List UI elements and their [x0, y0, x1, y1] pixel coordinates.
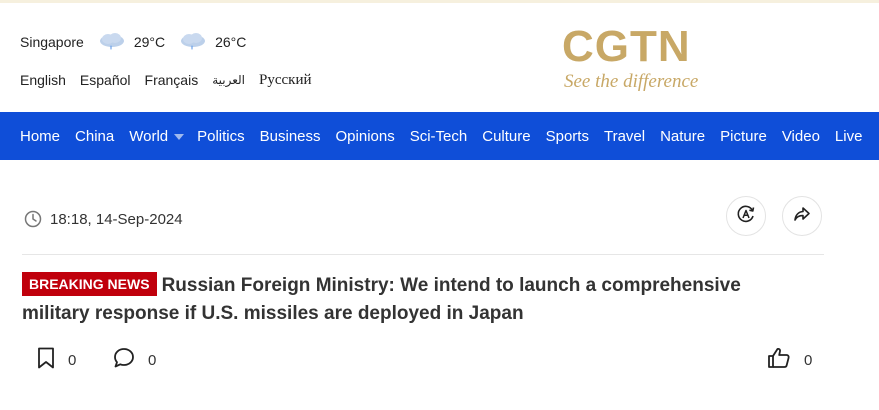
- bookmark-icon: [36, 346, 68, 374]
- bookmark-button[interactable]: 0: [36, 346, 76, 374]
- lang-english[interactable]: English: [20, 72, 66, 89]
- nav-opinions[interactable]: Opinions: [336, 128, 395, 145]
- lang-arabic[interactable]: العربية: [212, 73, 245, 89]
- breaking-news-badge: BREAKING NEWS: [22, 272, 157, 296]
- like-button[interactable]: 0: [766, 346, 812, 374]
- comment-count: 0: [148, 351, 157, 369]
- nav-live[interactable]: Live: [835, 128, 863, 145]
- like-count: 0: [804, 351, 813, 369]
- share-button[interactable]: [782, 196, 822, 236]
- nav-travel[interactable]: Travel: [604, 128, 645, 145]
- nav-business[interactable]: Business: [260, 128, 321, 145]
- bookmark-count: 0: [68, 351, 77, 369]
- nav-video[interactable]: Video: [782, 128, 820, 145]
- weather-temp-today: 29°C: [133, 34, 166, 50]
- cgtn-logo[interactable]: CGTN See the difference: [562, 25, 702, 97]
- weather-temp-tomorrow: 26°C: [215, 34, 247, 50]
- chevron-down-icon: [174, 134, 185, 140]
- clock-icon: [24, 210, 42, 228]
- nav-world[interactable]: World: [129, 127, 185, 145]
- language-switcher: English Español Français العربية Русский: [20, 72, 326, 89]
- rain-cloud-icon: [179, 31, 207, 53]
- page: Singapore 29°C 26°C English Español Fran…: [0, 0, 879, 410]
- translate-button[interactable]: [726, 196, 766, 236]
- article-meta: 18:18, 14-Sep-2024: [22, 196, 824, 255]
- nav-culture[interactable]: Culture: [482, 128, 530, 145]
- lang-espanol[interactable]: Español: [80, 72, 131, 89]
- weather-widget: Singapore 29°C 26°C: [20, 31, 260, 53]
- logo-tagline: See the difference: [564, 71, 699, 92]
- lang-russian[interactable]: Русский: [259, 72, 312, 89]
- weather-city: Singapore: [20, 34, 84, 50]
- comment-icon: [112, 346, 148, 374]
- translate-icon: [736, 204, 756, 229]
- nav-picture[interactable]: Picture: [720, 128, 767, 145]
- nav-china[interactable]: China: [75, 128, 114, 145]
- nav-sports[interactable]: Sports: [546, 128, 589, 145]
- nav-sci-tech[interactable]: Sci-Tech: [410, 128, 468, 145]
- nav-politics[interactable]: Politics: [197, 128, 245, 145]
- logo-wordmark: CGTN: [562, 22, 691, 71]
- nav-home[interactable]: Home: [20, 128, 60, 145]
- article-actions: 0 0 0: [0, 346, 879, 378]
- main-navigation: Home China World Politics Business Opini…: [0, 112, 879, 160]
- comment-button[interactable]: 0: [112, 346, 156, 374]
- rain-cloud-icon: [98, 31, 126, 53]
- article-headline: BREAKING NEWS Russian Foreign Ministry: W…: [22, 272, 812, 328]
- lang-francais[interactable]: Français: [145, 72, 199, 89]
- nav-world-label: World: [129, 127, 169, 145]
- nav-nature[interactable]: Nature: [660, 128, 705, 145]
- article-datetime: 18:18, 14-Sep-2024: [50, 211, 183, 228]
- thumbs-up-icon: [766, 346, 804, 374]
- site-header: Singapore 29°C 26°C English Español Fran…: [0, 3, 879, 112]
- share-arrow-icon: [792, 204, 812, 229]
